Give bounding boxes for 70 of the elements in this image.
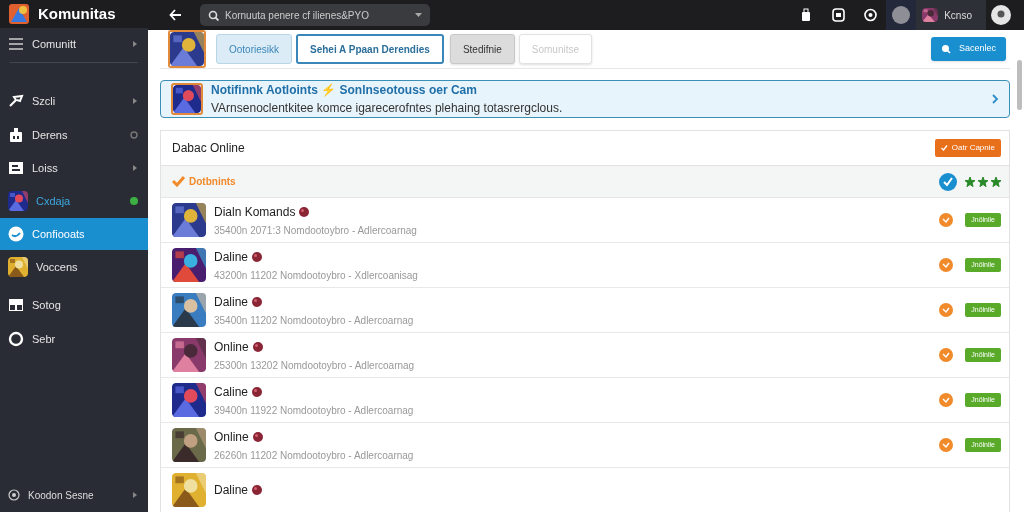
row-meta: 43200n 11202 Nomdootoybro - Xdlercoanisag: [214, 268, 419, 283]
chevron-icon: [132, 491, 138, 499]
section-label: Dotbnints: [189, 175, 237, 189]
house-icon: [8, 127, 24, 143]
user-chip[interactable]: Kcnso: [916, 0, 986, 30]
document-icon: [8, 160, 24, 176]
gem-icon: [252, 341, 263, 352]
back-button[interactable]: [168, 7, 184, 23]
row-name: Daline: [214, 293, 249, 311]
star-icon: [978, 176, 988, 187]
grid-icon: [8, 297, 24, 313]
sidebar-item[interactable]: Comunitt: [0, 28, 148, 60]
check-circle-icon: [939, 393, 954, 407]
row-meta: 35400n 2071:3 Nomdootoybro - Adlercoarnag: [214, 223, 418, 238]
gem-icon: [252, 431, 263, 442]
row-meta: 39400n 11922 Nomdootoybro - Adlercoarnag: [214, 403, 415, 418]
row-name: Daline: [214, 248, 249, 266]
sidebar-item[interactable]: Voccens: [0, 251, 148, 283]
avatar-icon: [892, 6, 911, 24]
search-icon: [208, 9, 219, 21]
caret-icon: [415, 13, 422, 17]
check-circle-icon: [939, 438, 954, 452]
panel-title: Dabac Online: [172, 140, 246, 157]
banner-title: Notifinnk Aotloints ⚡ Sonlnseotouss oer Cam: [211, 82, 478, 99]
scrollbar[interactable]: [1017, 60, 1022, 110]
row-meta: 25300n 13202 Nomdootoybro - Adlercoarnag: [214, 358, 416, 373]
gem-icon: [252, 386, 263, 397]
row-name: Daline: [214, 482, 249, 499]
avatar-icon: [991, 5, 1011, 25]
app-title: Komunitas: [38, 3, 116, 24]
check-circle-icon: [939, 172, 957, 191]
search-icon: [940, 44, 951, 54]
gem-icon: [299, 206, 310, 217]
row-name: Online: [214, 428, 249, 446]
tab[interactable]: Stedifnie: [449, 34, 515, 64]
search-button[interactable]: Sacenlec: [930, 37, 1006, 61]
row-meta: 35400n 11202 Nomdootoybro - Adlercoarnag: [214, 313, 415, 328]
sidebar-footer-item[interactable]: Koodon Sesne: [0, 480, 148, 510]
sidebar-item[interactable]: Derens: [0, 119, 148, 151]
radio-icon: [8, 489, 20, 501]
row-name: Caline: [214, 383, 249, 401]
check-icon: [172, 176, 185, 187]
gem-icon: [252, 296, 263, 307]
sidebar-item[interactable]: Sebr: [0, 323, 148, 355]
row-name: Dialn Komands: [214, 203, 296, 221]
logo-icon: [8, 3, 30, 25]
check-circle-icon: [939, 348, 954, 362]
gem-icon: [252, 251, 263, 262]
chevron-right-icon: [992, 94, 999, 104]
banner-text: VArnsenoclentkitee komce igarecerofntes plehaing totasrergclous.: [211, 100, 564, 117]
star-icon: [965, 176, 975, 187]
star-icon: [991, 176, 1001, 187]
row-name: Online: [214, 338, 249, 356]
settings-icon: [863, 8, 877, 22]
sidebar-item[interactable]: Cxdaja: [0, 185, 148, 217]
tab[interactable]: Sehei A Ppaan Derendies: [296, 34, 444, 64]
sidebar-item[interactable]: Sotog: [0, 289, 148, 321]
ring-icon: [8, 331, 24, 347]
sidebar-item[interactable]: Loiss: [0, 152, 148, 184]
check-circle-icon: [939, 303, 954, 317]
check-circle-icon: [939, 258, 954, 272]
gem-icon: [252, 485, 263, 495]
check-circle-icon: [939, 213, 954, 227]
sidebar-item[interactable]: Szcli: [0, 85, 148, 117]
sidebar-item[interactable]: Confiooats: [0, 218, 148, 250]
arrow-left-icon: [169, 8, 183, 22]
menu-icon: [8, 36, 24, 52]
row-meta: 26260n 11202 Nomdootoybro - Adlercoarnag: [214, 448, 415, 463]
search-field[interactable]: Kornuuta penere cf ilienes&PYO: [200, 4, 430, 26]
check-icon: [940, 145, 948, 151]
